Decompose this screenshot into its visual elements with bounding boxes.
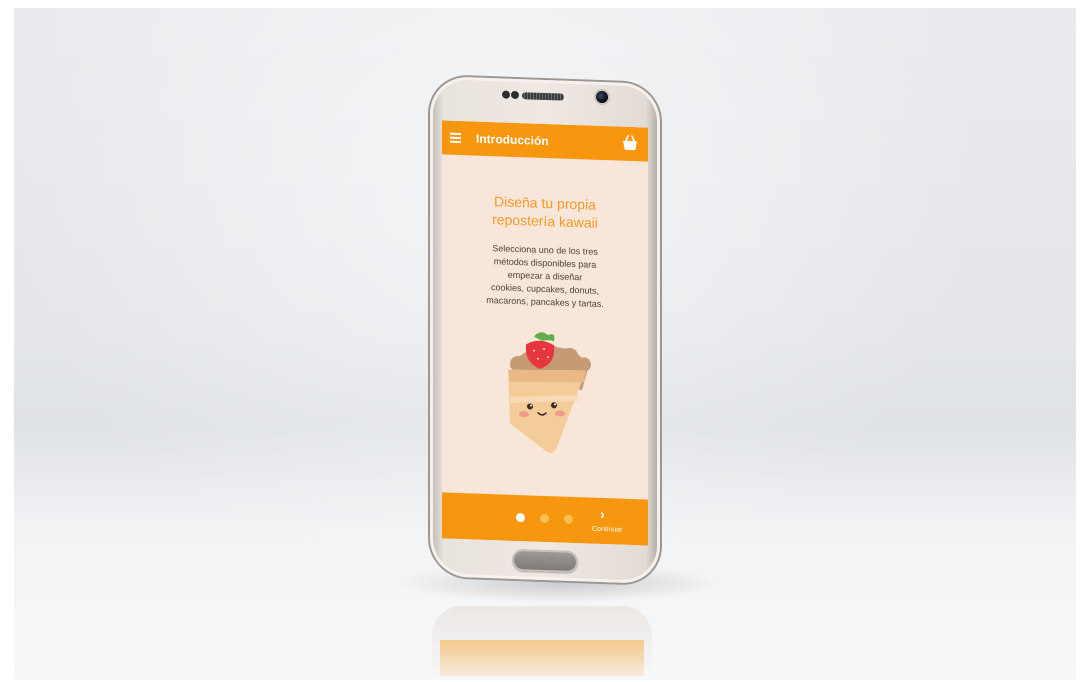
basket-icon[interactable] [620,133,640,154]
continue-label: Continuar [592,525,623,534]
app-bar: Introducción [442,120,648,162]
front-camera [596,90,608,104]
light-sensor [511,90,519,100]
page-title: Introducción [476,131,549,149]
phone-mockup: Introducción Diseña tu propia repostería… [430,75,660,585]
page-indicator-dot-1[interactable] [516,512,525,523]
chevron-right-icon: › [600,505,605,523]
onboarding-bottom-bar: › Continuar [442,492,648,546]
proximity-sensor [502,90,510,99]
page-indicator-dot-3[interactable] [564,514,573,524]
kawaii-cake-illustration [508,332,591,453]
page-indicator-dot-2[interactable] [540,513,549,524]
app-screen: Introducción Diseña tu propia repostería… [442,120,648,546]
intro-headline: Diseña tu propia repostería kawaii [442,190,648,233]
intro-description: Selecciona uno de los tres métodos dispo… [462,241,628,312]
reflection-bottom-bar [440,640,644,676]
phone-body: Introducción Diseña tu propia repostería… [430,75,660,585]
menu-icon[interactable] [450,132,461,144]
earpiece-speaker [522,92,564,101]
phone-reflection [432,606,652,680]
continue-button[interactable]: › Continuar [442,492,648,534]
home-button[interactable] [512,548,578,574]
